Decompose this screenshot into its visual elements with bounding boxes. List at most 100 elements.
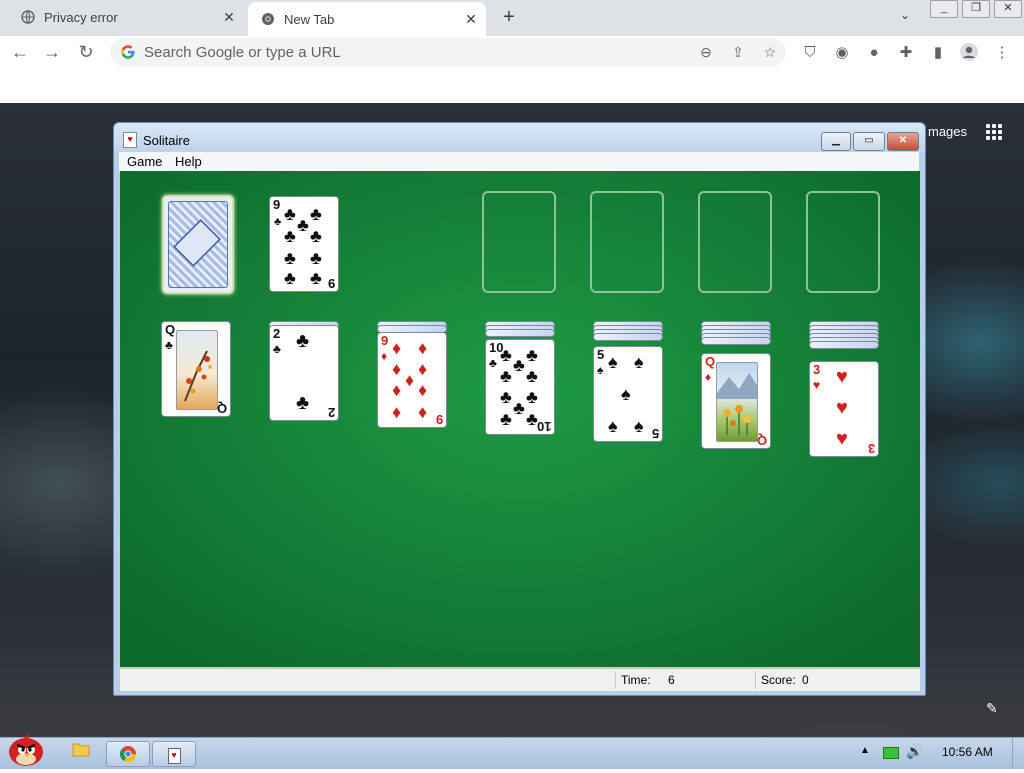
- new-tab-button[interactable]: +: [498, 6, 520, 28]
- club-pip-icon: ♣: [310, 204, 322, 224]
- close-tab-icon[interactable]: ✕: [462, 10, 480, 28]
- clock[interactable]: 10:56 AM: [942, 745, 993, 759]
- back-arrow-icon[interactable]: ←: [8, 40, 32, 64]
- face-down-card: [701, 337, 771, 345]
- card-rank: 2: [273, 326, 281, 341]
- foundation-slot-3[interactable]: [698, 191, 772, 293]
- tab-privacy-error[interactable]: Privacy error ✕: [8, 0, 244, 34]
- tab-new-tab[interactable]: New Tab ✕: [248, 2, 486, 36]
- menu-game[interactable]: Game: [127, 154, 162, 169]
- face-down-card: [809, 341, 879, 349]
- diamond-suit-icon: ♦: [705, 370, 712, 384]
- extension-leaf-icon[interactable]: ●: [863, 42, 885, 64]
- menu-help[interactable]: Help: [175, 154, 202, 169]
- card-rank-bottom: 10: [536, 419, 551, 434]
- images-link[interactable]: mages: [928, 124, 967, 139]
- kebab-menu-icon[interactable]: ⋮: [991, 42, 1013, 64]
- window-title: Solitaire: [143, 133, 190, 148]
- diamond-pip-icon: ♦: [418, 402, 428, 422]
- zoom-icon[interactable]: ⊖: [690, 42, 722, 62]
- club-suit-icon: ♣: [273, 342, 281, 356]
- close-tab-icon[interactable]: ✕: [220, 8, 238, 26]
- club-pip-icon: ♣: [310, 248, 322, 268]
- card-rank: Q: [165, 322, 176, 337]
- club-pip-icon: ♣: [526, 345, 538, 365]
- tableau-card[interactable]: 10 ♣ ♣ ♣ ♣ ♣ ♣ ♣ ♣ ♣ ♣ ♣ 10: [485, 339, 555, 435]
- close-window-button[interactable]: ✕: [994, 0, 1022, 18]
- bookmark-star-icon[interactable]: ☆: [754, 42, 786, 62]
- battery-icon[interactable]: [883, 747, 899, 759]
- game-board: 9 ♣ ♣ ♣ ♣ ♣ ♣ ♣ ♣ ♣ ♣ 9 Q ♣ Q 2 ♣ ♣ ♣ 2 …: [120, 171, 920, 667]
- diamond-suit-icon: ♦: [381, 349, 388, 363]
- start-button-angry-bird-icon[interactable]: [4, 732, 46, 768]
- heart-pip-icon: ♥: [836, 366, 848, 388]
- side-panel-icon[interactable]: ▮: [927, 42, 949, 64]
- foundation-slot-2[interactable]: [590, 191, 664, 293]
- club-pip-icon: ♣: [526, 387, 538, 407]
- tab-title: Privacy error: [44, 9, 118, 25]
- club-pip-icon: ♣: [296, 330, 310, 352]
- club-suit-icon: ♣: [274, 216, 282, 228]
- close-button[interactable]: ✕: [887, 132, 919, 151]
- card-rank: Q: [705, 354, 716, 369]
- score-label: Score:: [761, 673, 796, 687]
- tableau-card[interactable]: 5 ♠ ♠ ♠ ♠ ♠ ♠ 5: [593, 346, 663, 442]
- taskbar-chrome-button[interactable]: [106, 741, 150, 767]
- taskbar-solitaire-button[interactable]: ♥: [152, 741, 196, 767]
- tableau-card[interactable]: Q ♣ Q: [161, 321, 231, 417]
- foundation-slot-4[interactable]: [806, 191, 880, 293]
- diamond-pip-icon: ♦: [418, 359, 428, 379]
- club-pip-icon: ♣: [500, 345, 512, 365]
- spade-pip-icon: ♠: [608, 352, 618, 372]
- club-suit-icon: ♣: [489, 356, 497, 370]
- club-suit-icon: ♣: [165, 338, 173, 352]
- omnibox[interactable]: Search Google or type a URL ⊖ ⇪ ☆: [110, 38, 786, 66]
- club-pip-icon: ♣: [500, 366, 512, 386]
- tab-search-chevron-icon[interactable]: ⌄: [896, 8, 914, 26]
- card-rank-bottom: Q: [216, 401, 227, 416]
- extension-flag-icon[interactable]: ◉: [831, 42, 853, 64]
- tableau-card[interactable]: 2 ♣ ♣ ♣ 2: [269, 325, 339, 421]
- window-controls: _ ❐ ✕: [926, 0, 1022, 18]
- ublock-shield-icon[interactable]: ⛉: [799, 42, 821, 64]
- stock-pile[interactable]: [162, 195, 234, 294]
- queen-face-illustration: [176, 330, 218, 410]
- file-explorer-folder-icon[interactable]: [60, 741, 102, 765]
- solitaire-titlebar[interactable]: ♥ Solitaire ▁ ▭ ✕: [114, 123, 925, 153]
- maximize-button[interactable]: ▭: [853, 132, 885, 151]
- share-icon[interactable]: ⇪: [722, 42, 754, 62]
- foundation-slot-1[interactable]: [482, 191, 556, 293]
- show-hidden-icons-icon[interactable]: ▲: [860, 745, 870, 756]
- tableau-card[interactable]: 3 ♥ ♥ ♥ ♥ 3: [809, 361, 879, 457]
- club-pip-icon: ♣: [500, 387, 512, 407]
- card-rank-bottom: 3: [867, 441, 875, 456]
- club-pip-icon: ♣: [297, 215, 309, 235]
- minimize-button[interactable]: ▁: [821, 132, 851, 151]
- club-pip-icon: ♣: [310, 226, 322, 246]
- tableau-card[interactable]: Q ♦ Q: [701, 353, 771, 449]
- spade-pip-icon: ♠: [621, 384, 631, 404]
- volume-icon[interactable]: 🔊: [906, 743, 923, 760]
- status-divider: [615, 671, 616, 689]
- customize-pencil-icon[interactable]: ✎: [986, 700, 998, 717]
- profile-avatar-icon[interactable]: [958, 42, 980, 64]
- tableau-card[interactable]: 9 ♦ ♦ ♦ ♦ ♦ ♦ ♦ ♦ ♦ ♦ 9: [377, 332, 447, 428]
- restore-button[interactable]: ❐: [962, 0, 990, 18]
- apps-grid-icon[interactable]: [986, 124, 1002, 140]
- diamond-pip-icon: ♦: [392, 338, 402, 358]
- spade-pip-icon: ♠: [608, 416, 618, 436]
- diamond-pip-icon: ♦: [392, 380, 402, 400]
- card-rank-bottom: 5: [651, 426, 659, 441]
- puzzle-extensions-icon[interactable]: ✚: [895, 42, 917, 64]
- forward-arrow-icon[interactable]: →: [40, 40, 64, 64]
- time-label: Time:: [621, 673, 651, 687]
- card-rank: 9: [273, 197, 281, 212]
- club-pip-icon: ♣: [526, 366, 538, 386]
- globe-icon: [20, 9, 36, 25]
- minimize-button[interactable]: _: [930, 0, 958, 18]
- waste-card[interactable]: 9 ♣ ♣ ♣ ♣ ♣ ♣ ♣ ♣ ♣ ♣ 9: [269, 196, 339, 292]
- show-desktop-button[interactable]: [1012, 738, 1024, 769]
- club-pip-icon: ♣: [500, 409, 512, 429]
- diamond-pip-icon: ♦: [418, 338, 428, 358]
- reload-icon[interactable]: ↻: [74, 40, 98, 64]
